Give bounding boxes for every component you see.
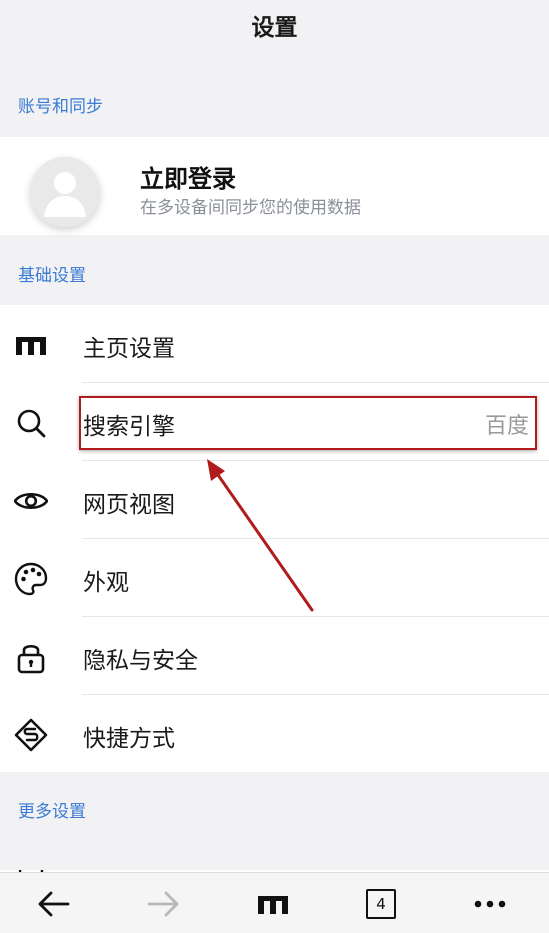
shortcut-icon — [14, 718, 48, 752]
settings-item-privacy[interactable]: 隐私与安全 — [0, 617, 549, 695]
back-arrow-icon[interactable] — [37, 887, 71, 921]
settings-item-label: 快捷方式 — [83, 726, 175, 752]
basic-settings-list: 主页设置 搜索引擎 百度 网页视图 外观 隐私与安全 快捷方式 — [0, 305, 549, 772]
settings-item-label: 隐私与安全 — [83, 648, 198, 674]
settings-item-shortcuts[interactable]: 快捷方式 — [0, 695, 549, 773]
home-icon[interactable] — [256, 887, 290, 921]
tabs-icon: 4 — [366, 889, 396, 919]
header: 设置 — [0, 0, 549, 68]
avatar — [30, 157, 100, 227]
settings-item-homepage[interactable]: 主页设置 — [0, 305, 549, 383]
section-label-basic: 基础设置 — [18, 266, 86, 286]
bottom-navigation-bar: 4 — [0, 872, 549, 933]
settings-item-web-view[interactable]: 网页视图 — [0, 461, 549, 539]
settings-item-appearance[interactable]: 外观 — [0, 539, 549, 617]
palette-icon — [14, 562, 48, 596]
settings-item-label: 搜索引擎 — [83, 414, 175, 440]
settings-item-label: 主页设置 — [83, 336, 175, 362]
user-placeholder-icon — [30, 157, 100, 227]
section-label-more: 更多设置 — [18, 802, 86, 822]
search-icon — [17, 409, 46, 438]
settings-item-search-engine[interactable]: 搜索引擎 百度 — [0, 383, 549, 461]
home-icon — [16, 337, 46, 355]
tabs-button[interactable]: 4 — [364, 887, 398, 921]
lock-icon — [17, 644, 45, 674]
login-title: 立即登录 — [140, 165, 236, 193]
search-engine-value: 百度 — [484, 414, 529, 439]
settings-item-label: 外观 — [83, 570, 129, 596]
forward-arrow-icon[interactable] — [146, 887, 180, 921]
section-label-account: 账号和同步 — [18, 97, 103, 117]
login-subtitle: 在多设备间同步您的使用数据 — [140, 198, 361, 218]
account-login-card[interactable]: 立即登录 在多设备间同步您的使用数据 — [0, 137, 549, 235]
eye-icon — [14, 492, 48, 510]
page-title: 设置 — [251, 15, 298, 41]
more-icon[interactable] — [473, 887, 507, 921]
settings-item-label: 网页视图 — [83, 492, 175, 518]
tab-count: 4 — [376, 895, 386, 913]
